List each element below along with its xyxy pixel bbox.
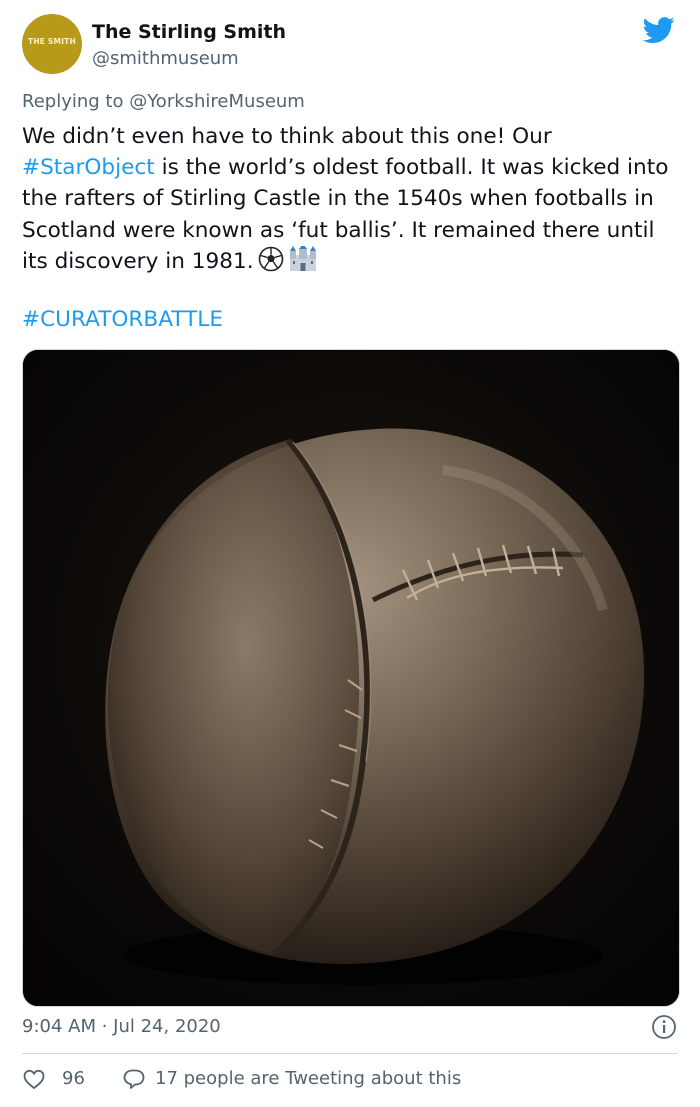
people-tweeting-link[interactable]: 17 people are Tweeting about this (155, 1068, 461, 1089)
tweet-text-part-1: We didn’t even have to think about this … (22, 124, 552, 149)
display-name[interactable]: The Stirling Smith (92, 21, 286, 43)
soccer-ball-icon (258, 246, 284, 281)
avatar[interactable]: THE SMITH (22, 14, 82, 74)
castle-icon (288, 243, 318, 281)
reply-mention-link[interactable]: @YorkshireMuseum (129, 91, 305, 112)
tweet-photo[interactable] (22, 349, 680, 1007)
reply-bubble-icon[interactable] (122, 1067, 146, 1091)
avatar-logo-text: THE SMITH (28, 37, 76, 46)
handle[interactable]: @smithmuseum (92, 48, 239, 69)
tweet-timestamp[interactable]: 9:04 AM · Jul 24, 2020 (22, 1016, 221, 1037)
old-football-photo-icon (23, 350, 679, 1006)
twitter-bird-icon[interactable] (640, 14, 678, 46)
hashtag-starobject-link[interactable]: #StarObject (22, 155, 155, 180)
tweet-card: THE SMITH The Stirling Smith @smithmuseu… (0, 0, 700, 1107)
tweet-text: We didn’t even have to think about this … (22, 121, 682, 281)
hashtag-curatorbattle-link[interactable]: #CURATORBATTLE (22, 307, 223, 332)
like-count[interactable]: 96 (62, 1068, 85, 1089)
replying-to: Replying to @YorkshireMuseum (22, 91, 305, 112)
info-icon[interactable] (651, 1014, 677, 1040)
heart-icon[interactable] (22, 1067, 46, 1091)
replying-to-prefix: Replying to (22, 91, 130, 112)
divider (22, 1053, 678, 1054)
